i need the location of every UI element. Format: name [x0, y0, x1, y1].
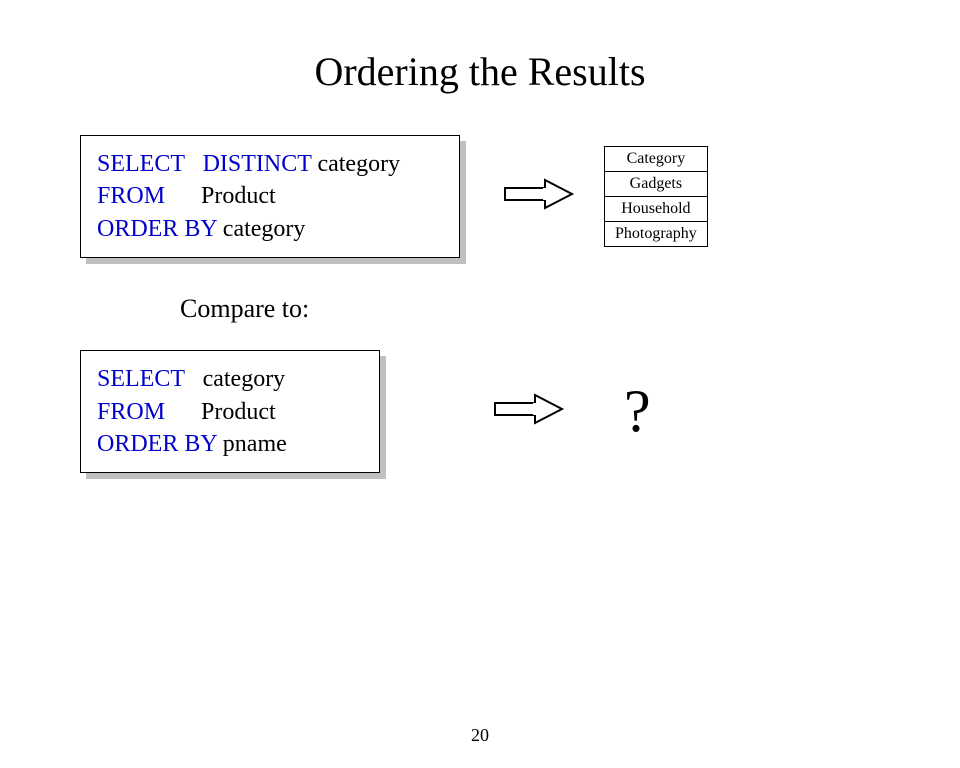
result-cell: Gadgets: [605, 172, 708, 197]
kw-from: FROM: [97, 183, 165, 209]
question-mark: ?: [624, 377, 651, 446]
kw-orderby: ORDER BY: [97, 431, 217, 457]
slide-title: Ordering the Results: [0, 48, 960, 95]
q1-select-rest: category: [311, 151, 400, 177]
compare-label: Compare to:: [180, 294, 960, 324]
kw-from: FROM: [97, 399, 165, 425]
arrow-icon: [500, 174, 580, 219]
query2-row: SELECT category FROM Product ORDER BY pn…: [80, 350, 960, 473]
kw-select: SELECT DISTINCT: [97, 151, 311, 177]
q2-from-rest: Product: [165, 399, 276, 425]
q1-from-rest: Product: [165, 183, 276, 209]
query1-box: SELECT DISTINCT category FROM Product OR…: [80, 135, 460, 258]
query1-row: SELECT DISTINCT category FROM Product OR…: [80, 135, 960, 258]
result-cell: Household: [605, 197, 708, 222]
arrow-icon: [490, 389, 570, 434]
kw-orderby: ORDER BY: [97, 216, 217, 242]
result-header: Category: [605, 147, 708, 172]
q1-orderby-rest: category: [217, 216, 306, 242]
result-table: Category Gadgets Household Photography: [604, 146, 708, 247]
kw-select: SELECT: [97, 366, 185, 392]
query2-box: SELECT category FROM Product ORDER BY pn…: [80, 350, 380, 473]
page-number: 20: [0, 725, 960, 746]
query1-code: SELECT DISTINCT category FROM Product OR…: [80, 135, 460, 258]
q2-orderby-rest: pname: [217, 431, 287, 457]
result-cell: Photography: [605, 222, 708, 247]
q2-select-rest: category: [185, 366, 286, 392]
query2-code: SELECT category FROM Product ORDER BY pn…: [80, 350, 380, 473]
